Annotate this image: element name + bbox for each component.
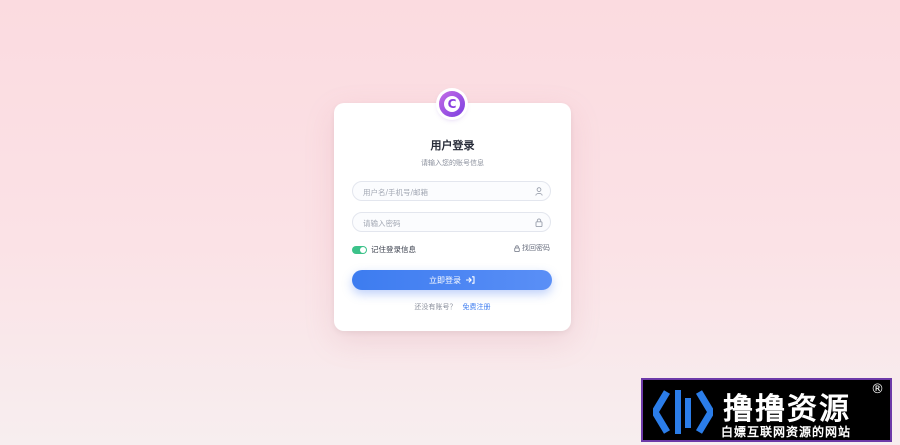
watermark-subtitle: 白嫖互联网资源的网站 — [721, 425, 852, 439]
watermark-logo-icon — [653, 390, 713, 434]
login-subtitle: 请输入您的账号信息 — [421, 159, 484, 167]
remember-toggle[interactable] — [352, 245, 367, 254]
lock-icon — [514, 244, 520, 252]
login-title: 用户登录 — [430, 139, 475, 152]
remember-me[interactable]: 记住登录信息 — [352, 244, 416, 255]
password-field[interactable] — [352, 212, 551, 233]
username-field[interactable] — [352, 181, 551, 202]
copyright-c-logo-icon: C — [439, 91, 465, 117]
username-input[interactable] — [361, 182, 535, 202]
signup-row: 还没有账号？ 免费注册 — [334, 302, 571, 312]
logo-letter: C — [444, 96, 460, 112]
remember-label: 记住登录信息 — [371, 245, 416, 254]
forgot-password-link[interactable]: 找回密码 — [514, 243, 550, 253]
login-button[interactable]: 立即登录 — [352, 270, 552, 290]
watermark-banner: 撸撸资源 ® 白嫖互联网资源的网站 — [641, 378, 892, 442]
registered-mark: ® — [871, 382, 884, 397]
signup-link[interactable]: 免费注册 — [463, 303, 491, 311]
watermark-title: 撸撸资源 — [723, 392, 851, 427]
lock-icon — [535, 218, 543, 227]
forgot-password-label: 找回密码 — [522, 244, 550, 252]
sign-in-icon — [466, 276, 475, 284]
user-icon — [535, 187, 543, 196]
login-button-label: 立即登录 — [429, 275, 461, 285]
password-input[interactable] — [361, 213, 535, 233]
signup-prompt: 还没有账号？ — [414, 303, 457, 311]
